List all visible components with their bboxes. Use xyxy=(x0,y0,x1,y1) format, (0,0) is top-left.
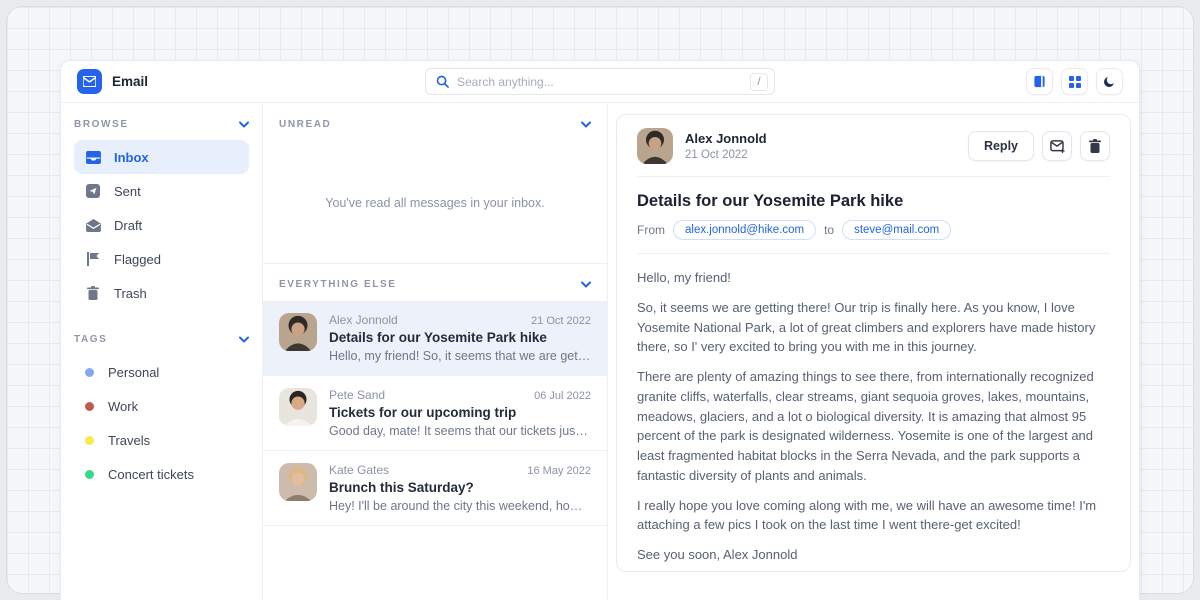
email-sender: Alex Jonnold xyxy=(329,313,398,327)
tag-item-concert-tickets[interactable]: Concert tickets xyxy=(74,457,249,491)
email-subject: Details for our Yosemite Park hike xyxy=(329,330,591,345)
email-preview: Hello, my friend! So, it seems that we a… xyxy=(329,349,591,363)
browse-section-header[interactable]: BROWSE xyxy=(74,119,249,130)
email-subject: Tickets for our upcoming trip xyxy=(329,405,591,420)
to-email-pill[interactable]: steve@mail.com xyxy=(842,220,951,240)
tag-item-personal[interactable]: Personal xyxy=(74,355,249,389)
moon-icon xyxy=(1103,75,1116,88)
message-list-column: UNREAD You've read all messages in your … xyxy=(263,103,608,600)
body-paragraph: So, it seems we are getting there! Our t… xyxy=(637,298,1110,357)
apps-grid-button[interactable] xyxy=(1061,68,1088,95)
detail-date: 21 Oct 2022 xyxy=(685,149,767,161)
detail-sender-name: Alex Jonnold xyxy=(685,131,767,146)
email-detail-card: Alex Jonnold 21 Oct 2022 Reply Details f… xyxy=(616,114,1131,572)
notebook-button[interactable] xyxy=(1026,68,1053,95)
unread-empty-message: You've read all messages in your inbox. xyxy=(263,130,607,263)
trash-icon xyxy=(1089,139,1101,153)
search-bar[interactable]: / xyxy=(425,68,775,95)
detail-subject: Details for our Yosemite Park hike xyxy=(637,192,1110,211)
everything-else-section-header[interactable]: EVERYTHING ELSE xyxy=(263,264,607,301)
avatar xyxy=(279,388,317,426)
email-date: 16 May 2022 xyxy=(527,465,591,477)
search-icon xyxy=(436,75,449,88)
email-body: Hello, my friend! So, it seems we are ge… xyxy=(637,254,1110,572)
tag-color-dot xyxy=(85,436,94,445)
sidebar: BROWSE Inbox Sent xyxy=(61,103,263,600)
from-label: From xyxy=(637,223,665,237)
email-sender: Kate Gates xyxy=(329,463,389,477)
search-shortcut-badge: / xyxy=(750,73,768,91)
unread-label: UNREAD xyxy=(279,119,331,130)
tags-section-header[interactable]: TAGS xyxy=(74,334,249,345)
email-app-window: Email / BROWSE xyxy=(60,60,1140,600)
sidebar-item-label: Trash xyxy=(114,286,147,301)
notebook-icon xyxy=(1033,75,1046,88)
email-preview: Good day, mate! It seems that our ticket… xyxy=(329,424,591,438)
email-sender: Pete Sand xyxy=(329,388,385,402)
body-paragraph: Hello, my friend! xyxy=(637,268,1110,288)
sidebar-item-draft[interactable]: Draft xyxy=(74,208,249,242)
email-preview: Hey! I'll be around the city this weeken… xyxy=(329,499,591,513)
sidebar-item-sent[interactable]: Sent xyxy=(74,174,249,208)
apps-grid-icon xyxy=(1069,76,1081,88)
email-list-item[interactable]: Pete Sand 06 Jul 2022 Tickets for our up… xyxy=(263,376,607,451)
tag-label: Concert tickets xyxy=(108,467,194,482)
from-email-pill[interactable]: alex.jonnold@hike.com xyxy=(673,220,816,240)
tag-color-dot xyxy=(85,368,94,377)
to-label: to xyxy=(824,223,834,237)
unread-section-header[interactable]: UNREAD xyxy=(263,103,607,130)
chevron-down-icon xyxy=(239,121,249,128)
tag-label: Personal xyxy=(108,365,159,380)
tag-item-work[interactable]: Work xyxy=(74,389,249,423)
tag-color-dot xyxy=(85,470,94,479)
email-detail-column: Alex Jonnold 21 Oct 2022 Reply Details f… xyxy=(608,103,1139,600)
sidebar-item-inbox[interactable]: Inbox xyxy=(74,140,249,174)
sent-icon xyxy=(85,184,101,198)
sidebar-item-label: Inbox xyxy=(114,150,149,165)
inbox-icon xyxy=(85,151,101,164)
email-list-item[interactable]: Alex Jonnold 21 Oct 2022 Details for our… xyxy=(263,301,607,376)
email-logo-icon xyxy=(77,69,102,94)
sidebar-item-trash[interactable]: Trash xyxy=(74,276,249,310)
search-input[interactable] xyxy=(457,75,750,89)
tag-label: Work xyxy=(108,399,138,414)
body-paragraph: There are plenty of amazing things to se… xyxy=(637,367,1110,486)
tag-color-dot xyxy=(85,402,94,411)
avatar xyxy=(279,463,317,501)
mark-unread-button[interactable] xyxy=(1042,131,1072,161)
tags-label: TAGS xyxy=(74,334,107,345)
body-paragraph: I really hope you love coming along with… xyxy=(637,496,1110,536)
body-paragraph: See you soon, Alex Jonnold xyxy=(637,545,1110,565)
dark-mode-button[interactable] xyxy=(1096,68,1123,95)
tag-item-travels[interactable]: Travels xyxy=(74,423,249,457)
email-list-item[interactable]: Kate Gates 16 May 2022 Brunch this Satur… xyxy=(263,451,607,526)
chevron-down-icon xyxy=(581,281,591,288)
app-header: Email / xyxy=(61,61,1139,103)
email-date: 06 Jul 2022 xyxy=(534,390,591,402)
chevron-down-icon xyxy=(239,336,249,343)
sidebar-item-label: Draft xyxy=(114,218,142,233)
everything-else-label: EVERYTHING ELSE xyxy=(279,279,397,290)
sidebar-item-label: Flagged xyxy=(114,252,161,267)
avatar xyxy=(637,128,673,164)
email-subject: Brunch this Saturday? xyxy=(329,480,591,495)
trash-icon xyxy=(85,286,101,300)
envelope-plus-icon xyxy=(1050,140,1065,153)
delete-button[interactable] xyxy=(1080,131,1110,161)
reply-button[interactable]: Reply xyxy=(968,131,1034,161)
app-title: Email xyxy=(112,74,148,89)
browse-label: BROWSE xyxy=(74,119,129,130)
sidebar-item-flagged[interactable]: Flagged xyxy=(74,242,249,276)
tag-label: Travels xyxy=(108,433,150,448)
draft-icon xyxy=(85,219,101,232)
chevron-down-icon xyxy=(581,121,591,128)
avatar xyxy=(279,313,317,351)
email-date: 21 Oct 2022 xyxy=(531,315,591,327)
flag-icon xyxy=(85,252,101,266)
sidebar-item-label: Sent xyxy=(114,184,141,199)
